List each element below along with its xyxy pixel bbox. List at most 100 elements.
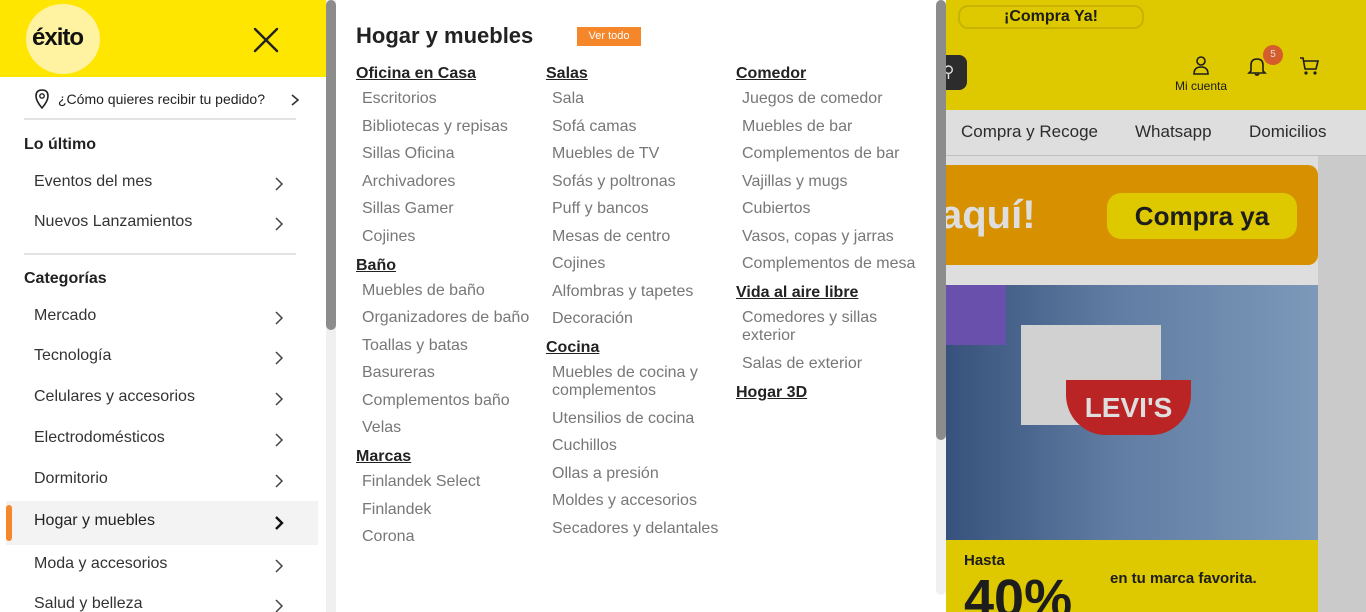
submenu-group: Comedor Juegos de comedor Muebles de bar Co…: [736, 64, 916, 273]
submenu-link[interactable]: Complementos de mesa: [736, 255, 916, 273]
submenu-link[interactable]: Sala: [546, 90, 726, 108]
submenu-link[interactable]: Vajillas y mugs: [736, 173, 916, 191]
submenu-link[interactable]: Juegos de comedor: [736, 90, 916, 108]
menu-item-mercado[interactable]: Mercado: [6, 296, 318, 338]
submenu-column-1: Oficina en Casa Escritorios Bibliotecas y …: [356, 64, 536, 556]
menu-item-celulares[interactable]: Celulares y accesorios: [6, 377, 318, 419]
submenu-group-title[interactable]: Salas: [546, 64, 726, 84]
submenu-link[interactable]: Finlandek: [356, 501, 536, 519]
panel-title: Hogar y muebles: [356, 23, 534, 48]
menu-drawer: éxito ¿Cómo quieres recibir tu pedido? L…: [0, 0, 326, 612]
submenu-group: Salas Sala Sofá camas Muebles de TV Sofás y …: [546, 64, 726, 328]
scrollbar-thumb[interactable]: [936, 0, 946, 440]
submenu-group-title[interactable]: Comedor: [736, 64, 916, 84]
submenu-link[interactable]: Cojines: [546, 255, 726, 273]
location-pin-icon: [35, 89, 49, 109]
menu-item-electrodomesticos[interactable]: Electrodomésticos: [6, 418, 318, 460]
submenu-list: Muebles de baño Organizadores de baño Toal…: [356, 282, 536, 438]
chevron-right-icon: [275, 311, 284, 325]
submenu-group: Oficina en Casa Escritorios Bibliotecas y …: [356, 64, 536, 246]
menu-item-label: Celulares y accesorios: [34, 388, 195, 405]
exito-logo[interactable]: éxito: [32, 24, 84, 52]
drawer-header: éxito: [0, 0, 326, 77]
delivery-selector[interactable]: ¿Cómo quieres recibir tu pedido?: [24, 80, 300, 120]
submenu-link[interactable]: Corona: [356, 528, 536, 546]
latest-section-title: Lo último: [24, 136, 96, 153]
submenu-list: Muebles de cocina y complementos Utensili…: [546, 364, 726, 538]
categories-section-title: Categorías: [24, 270, 107, 287]
menu-item-label: Nuevos Lanzamientos: [34, 213, 193, 230]
submenu-link[interactable]: Muebles de baño: [356, 282, 536, 300]
menu-item-lanzamientos[interactable]: Nuevos Lanzamientos: [6, 202, 318, 244]
drawer-scrollbar[interactable]: [326, 0, 336, 612]
menu-item-eventos[interactable]: Eventos del mes: [6, 162, 318, 204]
menu-item-tecnologia[interactable]: Tecnología: [6, 336, 318, 378]
submenu-link[interactable]: Puff y bancos: [546, 200, 726, 218]
menu-item-hogar-muebles[interactable]: Hogar y muebles: [6, 501, 318, 545]
chevron-right-icon: [275, 474, 284, 488]
submenu-link[interactable]: Sillas Oficina: [356, 145, 536, 163]
menu-item-dormitorio[interactable]: Dormitorio: [6, 459, 318, 501]
menu-item-label: Hogar y muebles: [34, 512, 155, 529]
active-indicator: [6, 505, 12, 541]
scrollbar-thumb[interactable]: [326, 0, 336, 330]
menu-item-label: Dormitorio: [34, 470, 108, 487]
submenu-link[interactable]: Organizadores de baño: [356, 309, 536, 327]
submenu-link[interactable]: Cuchillos: [546, 437, 726, 455]
delivery-prompt: ¿Cómo quieres recibir tu pedido?: [58, 91, 265, 107]
menu-item-moda[interactable]: Moda y accesorios: [6, 544, 318, 586]
submenu-link[interactable]: Salas de exterior: [736, 355, 916, 373]
menu-item-label: Mercado: [34, 307, 97, 324]
submenu-link[interactable]: Sofá camas: [546, 118, 726, 136]
submenu-link[interactable]: Alfombras y tapetes: [546, 283, 726, 301]
submenu-link[interactable]: Comedores y sillas exterior: [736, 309, 916, 345]
submenu-list: Comedores y sillas exterior Salas de exte…: [736, 309, 916, 373]
submenu-link[interactable]: Complementos de bar: [736, 145, 916, 163]
see-all-button[interactable]: Ver todo: [577, 27, 641, 46]
submenu-link[interactable]: Archivadores: [356, 173, 536, 191]
submenu-group-title[interactable]: Vida al aire libre: [736, 283, 916, 303]
submenu-list: Escritorios Bibliotecas y repisas Sillas O…: [356, 90, 536, 246]
menu-item-label: Salud y belleza: [34, 595, 143, 612]
submenu-link[interactable]: Bibliotecas y repisas: [356, 118, 536, 136]
submenu-list: Sala Sofá camas Muebles de TV Sofás y poltr…: [546, 90, 726, 328]
submenu-link[interactable]: Secadores y delantales: [546, 520, 726, 538]
submenu-link[interactable]: Escritorios: [356, 90, 536, 108]
submenu-link[interactable]: Sillas Gamer: [356, 200, 536, 218]
submenu-list: Finlandek Select Finlandek Corona: [356, 473, 536, 546]
menu-item-salud-belleza[interactable]: Salud y belleza: [6, 584, 318, 612]
submenu-group-title[interactable]: Oficina en Casa: [356, 64, 536, 84]
submenu-link[interactable]: Muebles de cocina y complementos: [546, 364, 726, 400]
submenu-group-title[interactable]: Baño: [356, 256, 536, 276]
submenu-column-2: Salas Sala Sofá camas Muebles de TV Sofás y …: [546, 64, 726, 548]
submenu-link[interactable]: Moldes y accesorios: [546, 492, 726, 510]
submenu-group: Marcas Finlandek Select Finlandek Corona: [356, 447, 536, 546]
close-icon[interactable]: [250, 24, 282, 56]
section-divider: [24, 253, 296, 255]
submenu-link[interactable]: Velas: [356, 419, 536, 437]
panel-scrollbar[interactable]: [936, 0, 946, 595]
submenu-link[interactable]: Sofás y poltronas: [546, 173, 726, 191]
submenu-link[interactable]: Cubiertos: [736, 200, 916, 218]
submenu-link[interactable]: Cojines: [356, 228, 536, 246]
submenu-group-title[interactable]: Marcas: [356, 447, 536, 467]
submenu-group-title[interactable]: Cocina: [546, 338, 726, 358]
chevron-right-icon: [275, 516, 284, 530]
submenu-group-title[interactable]: Hogar 3D: [736, 383, 916, 403]
submenu-link[interactable]: Decoración: [546, 310, 726, 328]
submenu-list: Juegos de comedor Muebles de bar Complemen…: [736, 90, 916, 273]
submenu-link[interactable]: Complementos baño: [356, 392, 536, 410]
chevron-right-icon: [275, 433, 284, 447]
submenu-link[interactable]: Finlandek Select: [356, 473, 536, 491]
submenu-link[interactable]: Muebles de bar: [736, 118, 916, 136]
submenu-link[interactable]: Basureras: [356, 364, 536, 382]
menu-item-label: Electrodomésticos: [34, 429, 165, 446]
submenu-link[interactable]: Ollas a presión: [546, 465, 726, 483]
menu-item-label: Moda y accesorios: [34, 555, 168, 572]
chevron-right-icon: [291, 94, 300, 106]
submenu-link[interactable]: Toallas y batas: [356, 337, 536, 355]
submenu-link[interactable]: Muebles de TV: [546, 145, 726, 163]
submenu-link[interactable]: Vasos, copas y jarras: [736, 228, 916, 246]
submenu-link[interactable]: Utensilios de cocina: [546, 410, 726, 428]
submenu-link[interactable]: Mesas de centro: [546, 228, 726, 246]
